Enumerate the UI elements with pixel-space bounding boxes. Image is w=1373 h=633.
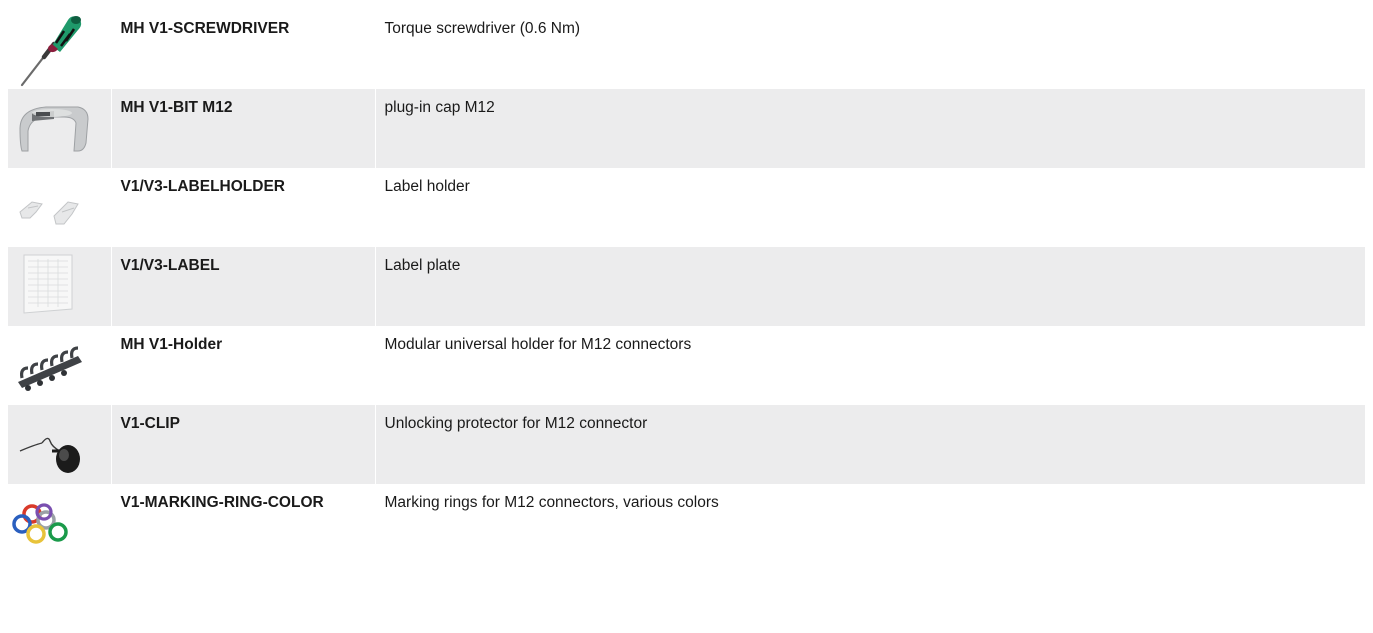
accessory-row: MH V1-BIT M12 plug-in cap M12 [8, 89, 1365, 168]
accessory-image-cell [8, 168, 112, 247]
accessory-code: MH V1-SCREWDRIVER [111, 10, 376, 89]
modular-holder-image [18, 346, 82, 391]
screwdriver-image [20, 16, 82, 87]
accessory-description: plug-in cap M12 [384, 99, 495, 116]
accessories-table: MH V1-SCREWDRIVER Torque screwdriver (0.… [8, 10, 1365, 563]
accessory-code: MH V1-BIT M12 [111, 89, 376, 168]
accessory-image-cell [8, 89, 112, 168]
accessory-row: V1/V3-LABELHOLDER Label holder [8, 168, 1365, 247]
accessory-image-cell [8, 326, 112, 405]
accessory-row: V1-CLIP Unlocking protector for M12 conn… [8, 405, 1365, 484]
accessory-description: Modular universal holder for M12 connect… [384, 336, 692, 353]
accessory-image-cell [8, 10, 112, 89]
accessory-description: Label plate [384, 257, 461, 274]
accessory-image-cell [8, 247, 112, 326]
accessory-description: Label holder [384, 178, 470, 195]
label-plate-image [23, 254, 73, 314]
accessory-code: MH V1-Holder [111, 326, 376, 405]
accessory-image-cell [8, 484, 112, 563]
accessory-row: MH V1-Holder Modular universal holder fo… [8, 326, 1365, 405]
label-holder-image [19, 201, 79, 225]
accessory-row: V1-MARKING-RING-COLOR Marking rings for … [8, 484, 1365, 563]
accessory-code: V1-CLIP [111, 405, 376, 484]
accessory-row: V1/V3-LABEL Label plate [8, 247, 1365, 326]
accessory-image-cell [8, 405, 112, 484]
unlocking-clip-image [19, 437, 80, 473]
accessory-description: Marking rings for M12 connectors, variou… [384, 494, 719, 511]
accessory-code: V1-MARKING-RING-COLOR [111, 484, 376, 563]
accessory-code: V1/V3-LABEL [111, 247, 376, 326]
accessory-description: Unlocking protector for M12 connector [384, 415, 648, 432]
accessory-description: Torque screwdriver (0.6 Nm) [384, 20, 581, 37]
plug-in-cap-image [19, 106, 89, 152]
accessory-row: MH V1-SCREWDRIVER Torque screwdriver (0.… [8, 10, 1365, 89]
marking-rings-image [12, 503, 68, 544]
accessory-code: V1/V3-LABELHOLDER [111, 168, 376, 247]
